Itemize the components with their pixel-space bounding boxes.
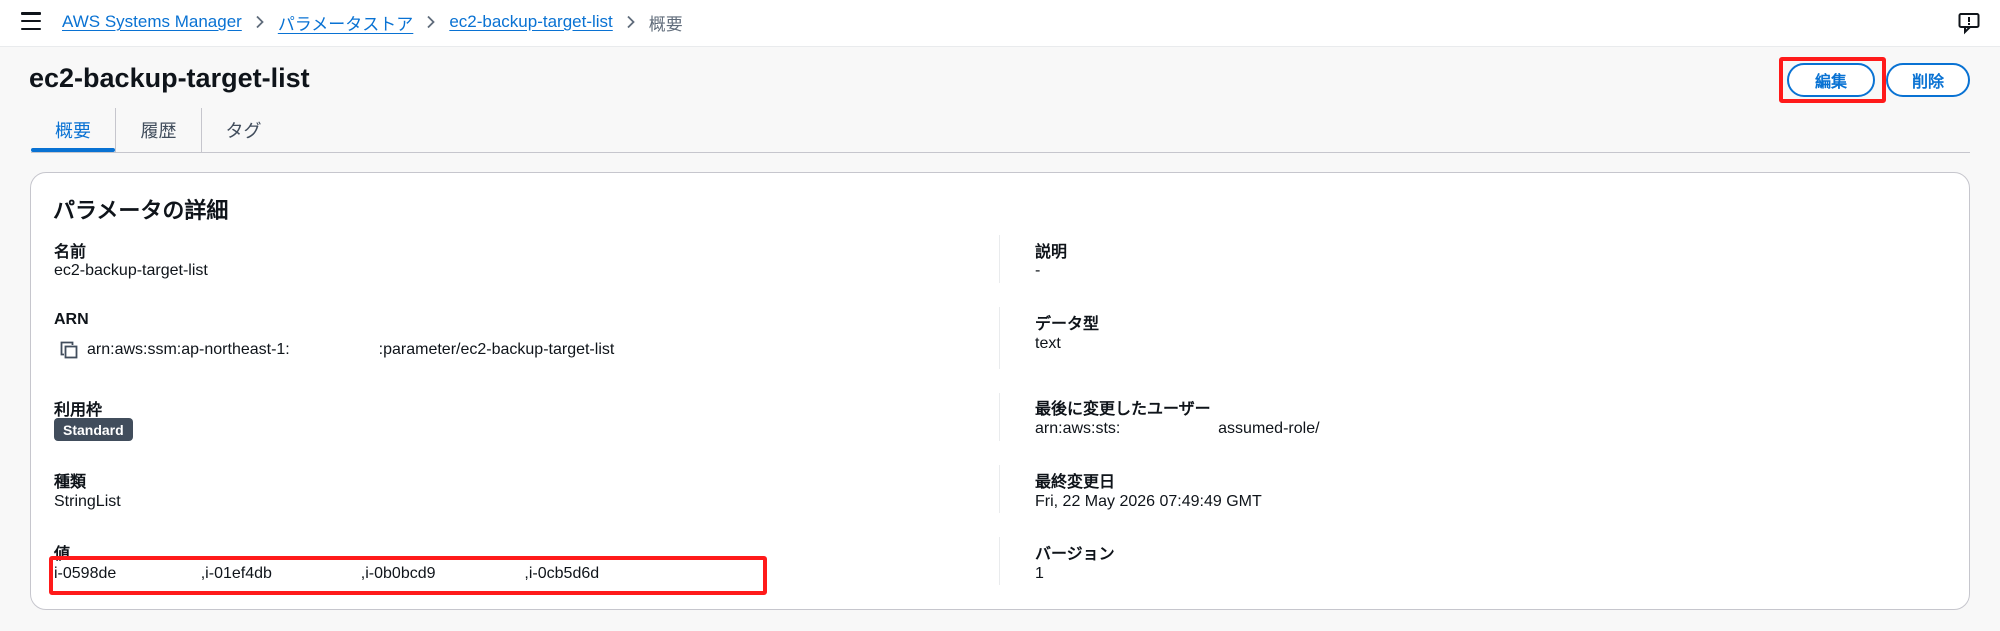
arn-value: arn:aws:ssm:ap-northeast-1: :parameter/e… [87, 341, 615, 358]
top-navigation-bar: AWS Systems Manager パラメータストア ec2-backup-… [0, 0, 2000, 47]
feedback-icon[interactable] [1957, 11, 1981, 35]
card-title: パラメータの詳細 [53, 198, 229, 223]
description-value: - [1035, 262, 1041, 279]
tabs-divider [31, 152, 1970, 153]
tier-badge: Standard [54, 418, 133, 441]
edit-button[interactable]: 編集 [1787, 63, 1875, 97]
name-label: 名前 [54, 244, 87, 261]
column-divider [999, 307, 1000, 369]
breadcrumb: AWS Systems Manager パラメータストア ec2-backup-… [62, 10, 683, 34]
hamburger-menu-icon[interactable] [21, 12, 41, 30]
delete-button[interactable]: 削除 [1886, 63, 1970, 97]
breadcrumb-current: 概要 [648, 14, 683, 34]
last-modified-user-label: 最後に変更したユーザー [1035, 401, 1211, 418]
version-label: バージョン [1035, 546, 1115, 563]
chevron-right-icon [253, 15, 267, 29]
data-type-label: データ型 [1035, 316, 1100, 333]
tab-history[interactable]: 履歴 [115, 108, 201, 152]
column-divider [999, 235, 1000, 283]
tab-list: 概要 履歴 タグ [31, 108, 285, 152]
copy-icon[interactable] [59, 340, 79, 360]
value-label: 値 [54, 546, 71, 563]
type-label: 種類 [54, 474, 87, 491]
name-value: ec2-backup-target-list [54, 262, 208, 279]
parameter-details-card [30, 172, 1970, 610]
value-value: i-0598de ,i-01ef4db ,i-0b0bcd9 ,i-0cb5d6… [54, 565, 600, 582]
breadcrumb-aws-systems-manager[interactable]: AWS Systems Manager [62, 12, 242, 32]
column-divider [999, 465, 1000, 513]
last-modified-date-value: Fri, 22 May 2026 07:49:49 GMT [1035, 493, 1262, 510]
type-value: StringList [54, 493, 121, 510]
page-title: ec2-backup-target-list [29, 63, 310, 93]
breadcrumb-parameter-store[interactable]: パラメータストア [278, 10, 414, 35]
data-type-value: text [1035, 335, 1061, 352]
arn-label: ARN [54, 311, 89, 328]
tab-overview[interactable]: 概要 [31, 108, 115, 152]
last-modified-date-label: 最終変更日 [1035, 474, 1116, 491]
chevron-right-icon [424, 15, 438, 29]
last-modified-user-value: arn:aws:sts: assumed-role/ [1035, 420, 1320, 437]
column-divider [999, 393, 1000, 441]
description-label: 説明 [1035, 244, 1068, 261]
breadcrumb-parameter-name[interactable]: ec2-backup-target-list [449, 12, 612, 32]
chevron-right-icon [624, 15, 638, 29]
tier-label: 利用枠 [54, 402, 103, 419]
version-value: 1 [1035, 565, 1044, 582]
tab-tags[interactable]: タグ [201, 108, 285, 152]
column-divider [999, 537, 1000, 585]
